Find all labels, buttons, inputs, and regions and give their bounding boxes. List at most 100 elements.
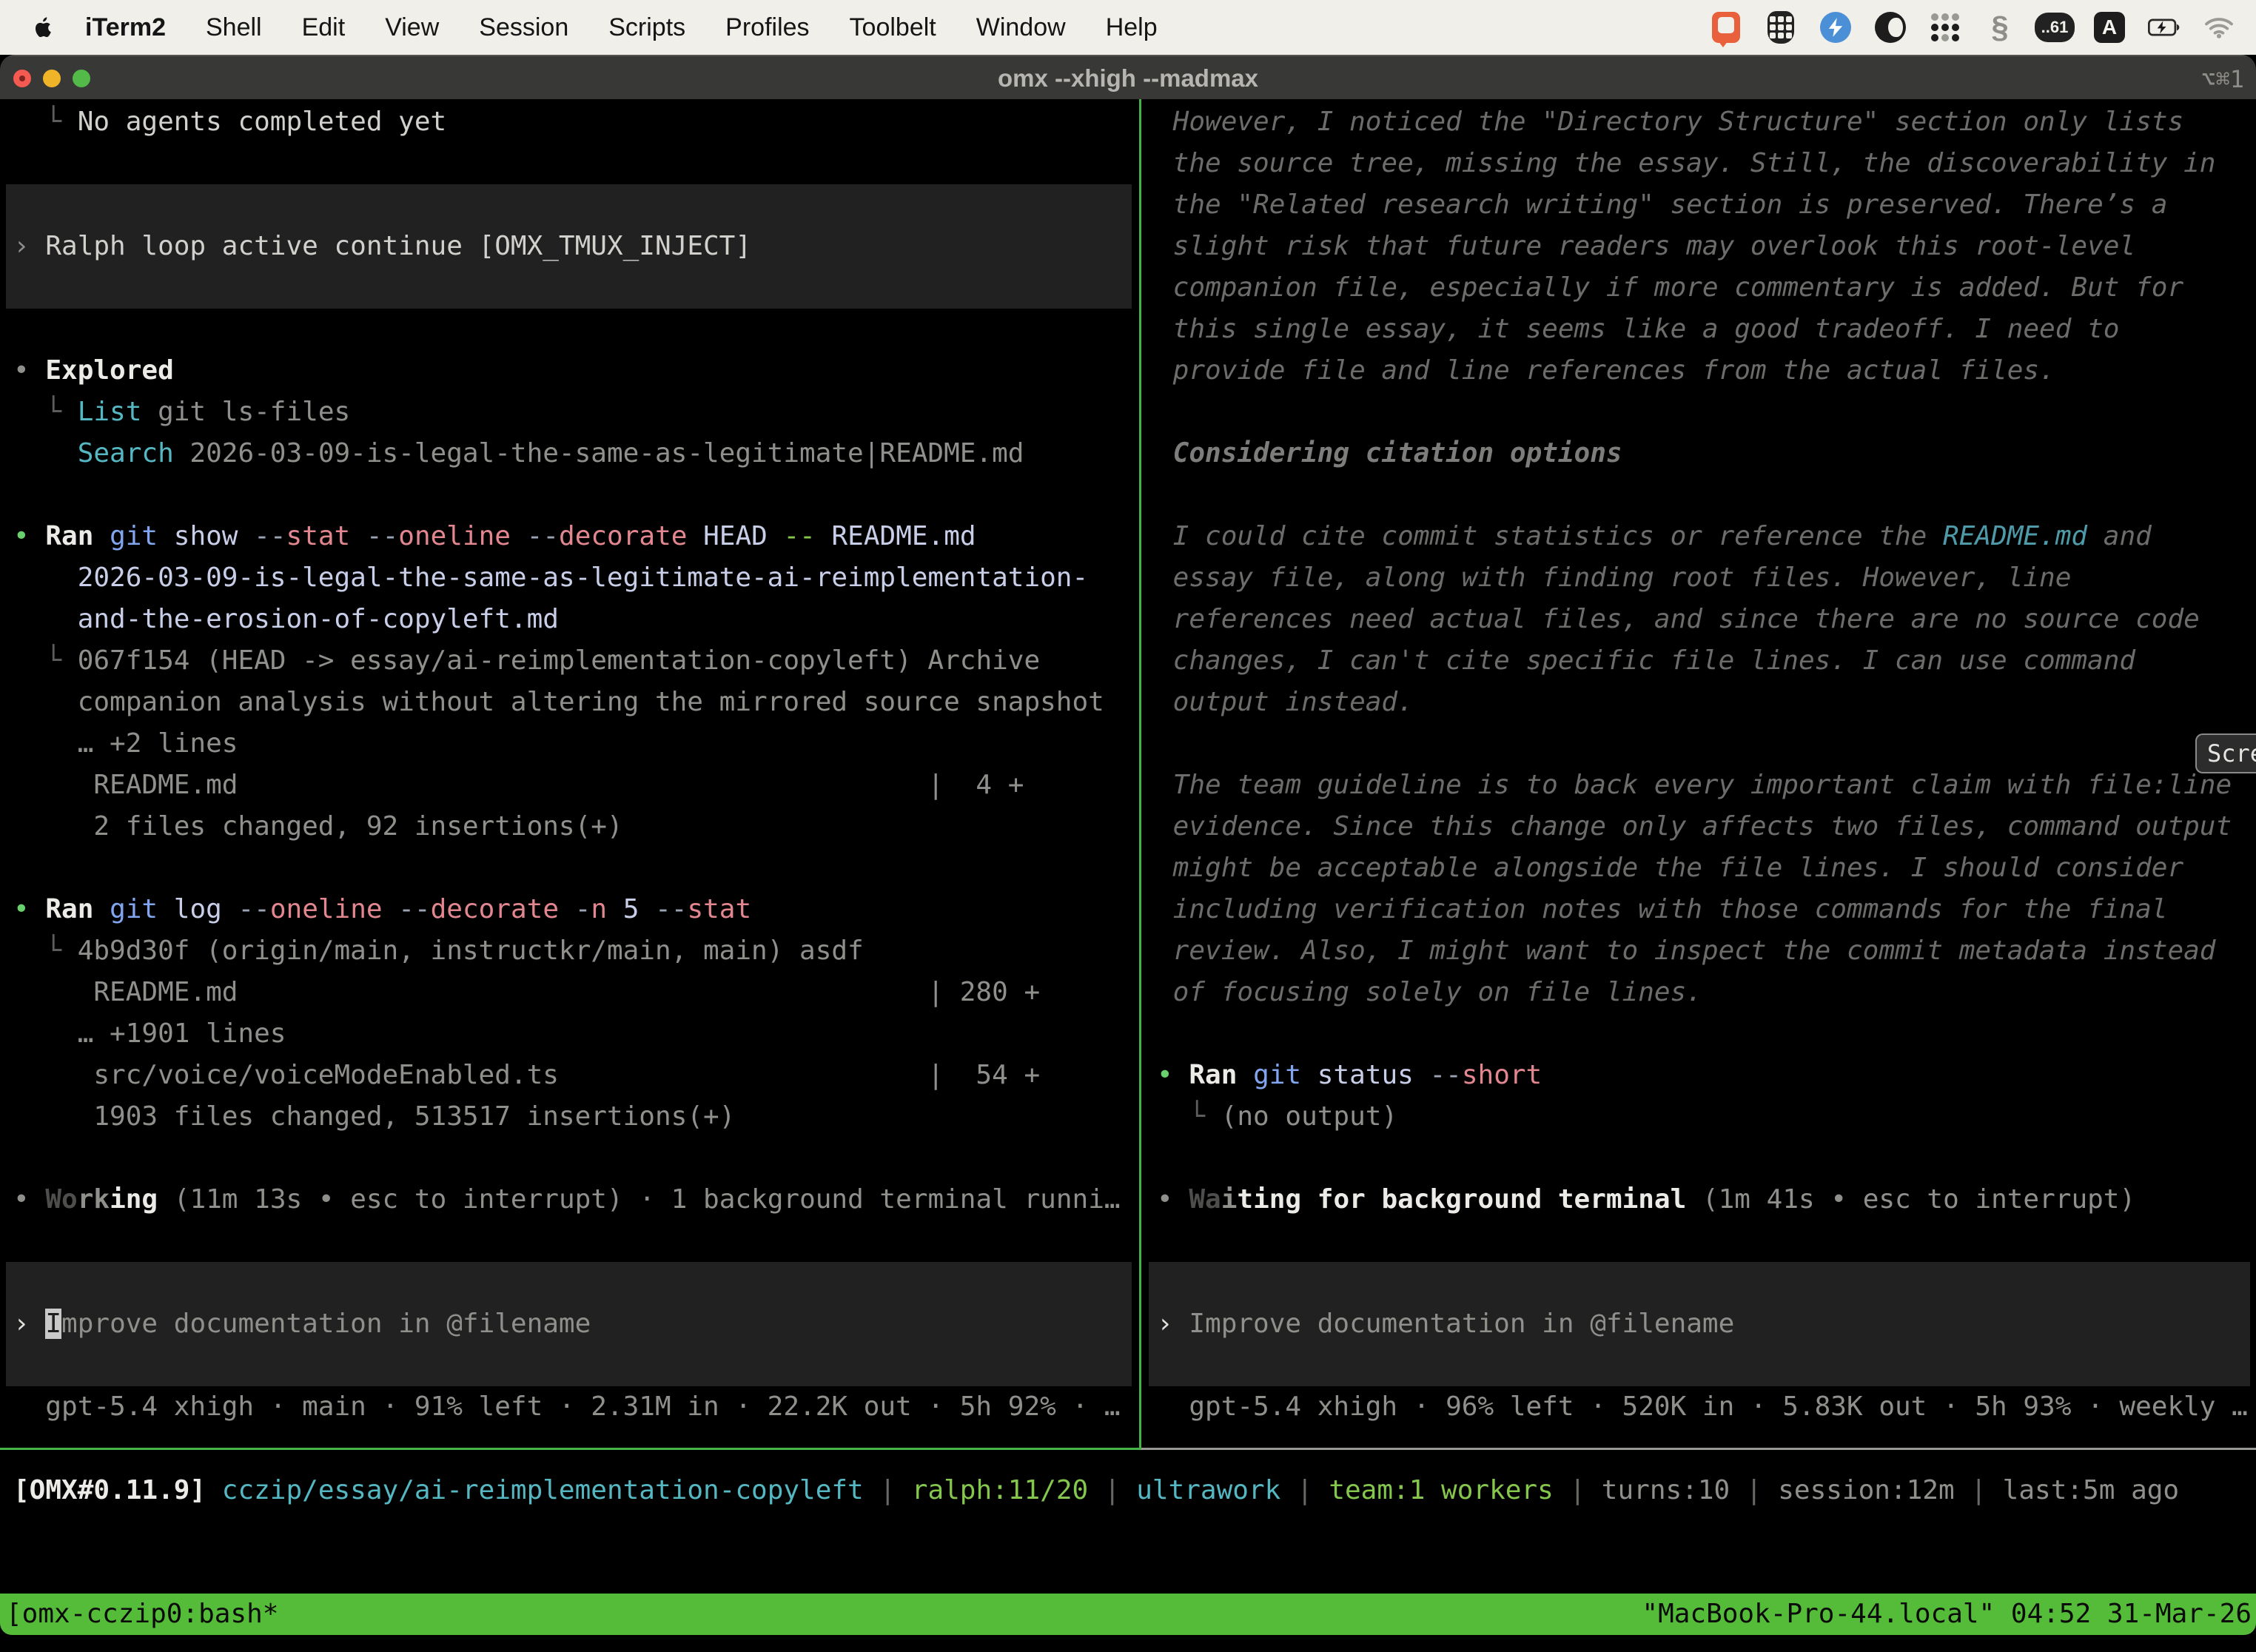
terminal-text-segment: • [1157, 1184, 1189, 1215]
terminal-line: provide file and line references from th… [1157, 350, 2055, 392]
terminal-text-segment: • [13, 1184, 45, 1215]
terminal-line: … +2 lines [13, 723, 238, 765]
terminal-line: might be acceptable alongside the file l… [1157, 847, 2183, 889]
terminal-text-segment: • [1157, 1060, 1189, 1090]
terminal-text-segment: › [13, 1309, 45, 1339]
terminal-line: companion analysis without altering the … [13, 682, 1104, 723]
terminal-text-segment: -- [366, 521, 398, 551]
terminal-line: of focusing solely on file lines. [1157, 972, 1702, 1013]
terminal-text-segment [206, 1475, 222, 1505]
keypad-shield-icon[interactable] [1765, 10, 1797, 44]
terminal-text-segment: Improve documentation in @filename [1189, 1309, 1734, 1339]
terminal-text-segment: and [2087, 521, 2152, 551]
screen-record-indicator-icon[interactable] [1710, 10, 1742, 44]
badge-61-icon[interactable]: ..61 [2038, 10, 2071, 44]
terminal-text-segment: | [864, 1475, 912, 1505]
terminal-text-segment: 2026-03-09-is-legal-the-same-as-legitima… [174, 438, 1024, 469]
tmux-pane-right[interactable]: However, I noticed the "Directory Struct… [1141, 99, 2256, 1448]
terminal-text-segment [13, 438, 78, 469]
terminal-text-segment: ting for background terminal [1237, 1184, 1686, 1215]
terminal-text-segment: team:1 workers [1329, 1475, 1553, 1505]
terminal-text-segment: -- [254, 521, 286, 551]
menu-item-scripts[interactable]: Scripts [588, 13, 705, 42]
dots-grid-icon[interactable] [1929, 10, 1961, 44]
terminal-line: However, I noticed the "Directory Struct… [1157, 101, 2183, 143]
terminal-text-segment: git ls-files [141, 397, 350, 427]
terminal-text-segment: stat [687, 894, 751, 924]
terminal-line: the "Related research writing" section i… [1157, 184, 2167, 226]
injected-command-line: › Ralph loop active continue [OMX_TMUX_I… [13, 226, 751, 267]
terminal-line: src/voice/voiceModeEnabled.ts | 54 + [13, 1055, 1040, 1096]
terminal-text-segment: mprove documentation in @filename [61, 1309, 591, 1339]
menu-item-shell[interactable]: Shell [186, 13, 282, 42]
apple-menu-icon[interactable] [33, 16, 52, 38]
window-title-bar[interactable]: omx --xhigh --madmax ⌥⌘1 [0, 55, 2256, 99]
menu-item-profiles[interactable]: Profiles [705, 13, 829, 42]
terminal-text-segment: changes, I can't cite specific file line… [1157, 645, 2135, 676]
menu-status-icons: § ..61 A [1710, 10, 2256, 44]
terminal-text-segment: README.md | 280 + [13, 977, 1040, 1007]
tmux-pane-left[interactable]: └ No agents completed yet › Ralph loop ac… [0, 99, 1139, 1448]
terminal-content[interactable]: └ No agents completed yet › Ralph loop ac… [0, 99, 2256, 1448]
terminal-text-segment: └ [13, 107, 78, 137]
terminal-text-segment: README.md [1943, 521, 2087, 551]
terminal-text-segment: references need actual files, and since … [1157, 604, 2200, 634]
wifi-icon[interactable] [2203, 10, 2235, 44]
blue-bolt-app-icon[interactable] [1819, 10, 1852, 44]
moon-crescent-app-icon[interactable] [1874, 10, 1907, 44]
terminal-text-segment: HEAD [687, 521, 783, 551]
menu-item-toolbelt[interactable]: Toolbelt [830, 13, 956, 42]
menu-item-view[interactable]: View [365, 13, 459, 42]
terminal-text-segment [559, 894, 575, 924]
terminal-text-segment: | [1955, 1475, 2003, 1505]
terminal-text-segment: the source tree, missing the essay. Stil… [1157, 148, 2215, 178]
terminal-line: • Explored [13, 350, 174, 392]
terminal-line: the source tree, missing the essay. Stil… [1157, 143, 2215, 184]
terminal-text-segment: including verification notes with those … [1157, 894, 2167, 924]
prompt-input-line[interactable]: › Improve documentation in @filename [1157, 1303, 1734, 1345]
terminal-text-segment: Ran [45, 894, 93, 924]
terminal-text-segment: README.md | 4 + [13, 770, 1024, 800]
terminal-text-segment: … +1901 lines [13, 1018, 286, 1049]
menu-item-window[interactable]: Window [956, 13, 1086, 42]
menu-item-edit[interactable]: Edit [282, 13, 366, 42]
terminal-text-segment: log [158, 894, 238, 924]
prompt-input-line[interactable]: › Improve documentation in @filename [13, 1303, 591, 1345]
terminal-text-segment: might be acceptable alongside the file l… [1157, 853, 2183, 883]
terminal-text-segment: 5 [607, 894, 655, 924]
squiggle-status-icon[interactable]: § [1984, 10, 2016, 44]
terminal-text-segment: Search [78, 438, 174, 469]
terminal-text-segment: git [110, 521, 158, 551]
terminal-text-segment: Considering citation options [1157, 438, 1622, 469]
terminal-text-segment: 2 files changed, 92 insertions(+) [13, 811, 623, 842]
screen-share-overlay-chip[interactable]: Scre [2195, 733, 2256, 773]
terminal-line: companion file, especially if more comme… [1157, 267, 2183, 309]
a-badge-icon[interactable]: A [2093, 10, 2126, 44]
terminal-text-segment: └ [13, 645, 78, 676]
terminal-text-segment: • [13, 521, 45, 551]
terminal-line: └ No agents completed yet [13, 101, 446, 143]
terminal-text-segment: companion file, especially if more comme… [1157, 272, 2183, 303]
terminal-text-segment: | [1088, 1475, 1136, 1505]
terminal-text-segment: -- [238, 894, 269, 924]
menu-item-app[interactable]: iTerm2 [65, 13, 186, 42]
terminal-text-segment: decorate [431, 894, 559, 924]
terminal-line: The team guideline is to back every impo… [1157, 765, 2232, 806]
terminal-text-segment: ralph:11/20 [912, 1475, 1088, 1505]
battery-icon[interactable] [2148, 10, 2181, 44]
terminal-text-segment: › [13, 231, 45, 261]
terminal-text-segment: Ralph loop active continue [OMX_TMUX_INJ… [45, 231, 751, 261]
model-status-line: gpt-5.4 xhigh · main · 91% left · 2.31M … [13, 1386, 1121, 1428]
terminal-text-segment: (no output) [1221, 1101, 1397, 1132]
waiting-status-line: • Waiting for background terminal (1m 41… [1157, 1179, 2135, 1220]
menu-item-session[interactable]: Session [459, 13, 588, 42]
terminal-text-segment: ing [110, 1184, 158, 1215]
terminal-text-segment: gpt-5.4 xhigh · main · 91% left · 2.31M … [13, 1391, 1121, 1422]
terminal-text-segment: I could cite commit statistics or refere… [1157, 521, 1943, 551]
working-status-line: • Working (11m 13s • esc to interrupt) ·… [13, 1179, 1121, 1220]
pane-divider[interactable] [1139, 99, 1141, 1450]
terminal-line: … +1901 lines [13, 1013, 286, 1055]
terminal-text-segment [93, 521, 110, 551]
terminal-text-segment: cczip/essay/ai-reimplementation-copyleft [222, 1475, 864, 1505]
menu-item-help[interactable]: Help [1086, 13, 1178, 42]
